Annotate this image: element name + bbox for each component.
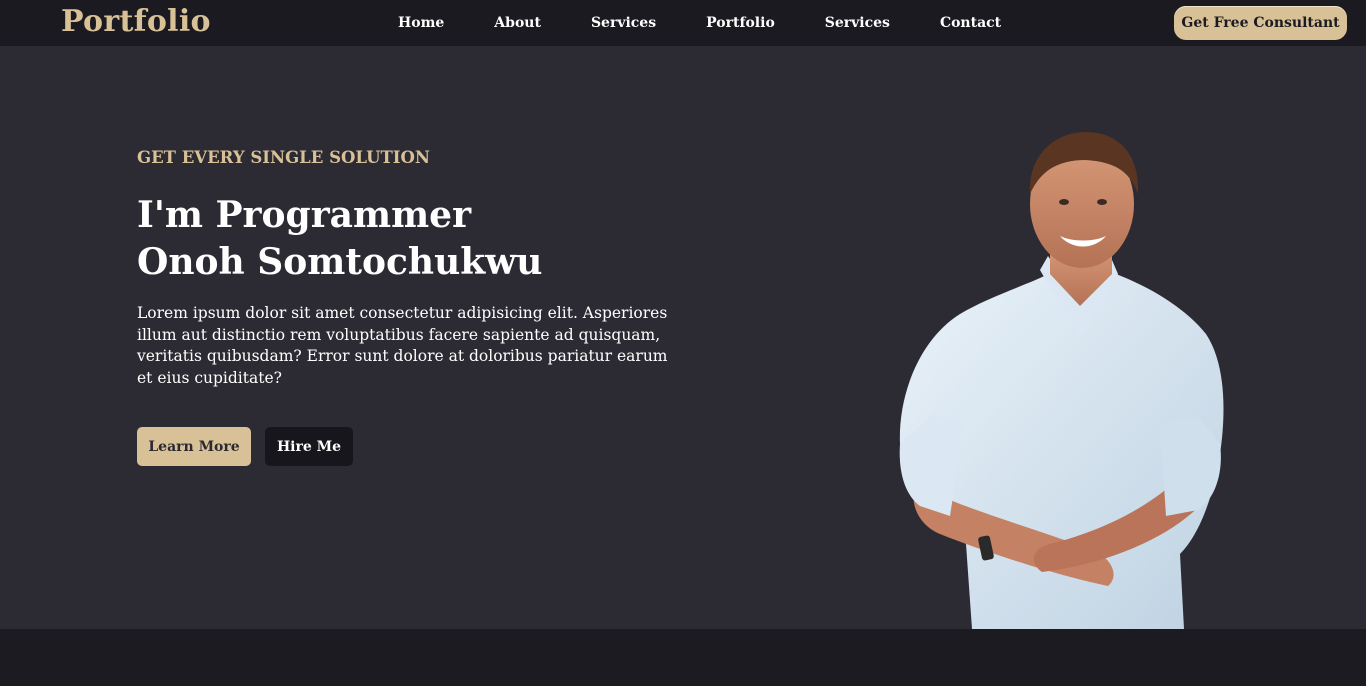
headline-line-2: Onoh Somtochukwu (137, 241, 543, 283)
hire-me-button[interactable]: Hire Me (265, 427, 353, 466)
page-footer-band (0, 629, 1366, 686)
nav-link-about[interactable]: About (494, 15, 541, 31)
hero-intro-text: Lorem ipsum dolor sit amet consectetur a… (137, 304, 668, 387)
eye-right (1097, 199, 1107, 205)
nav-link-portfolio[interactable]: Portfolio (706, 15, 775, 31)
portrait-image (899, 132, 1224, 629)
eye-left (1059, 199, 1069, 205)
hero-section: GET EVERY SINGLE SOLUTION I'm Programmer… (0, 46, 1366, 629)
site-logo[interactable]: Portfolio (61, 4, 211, 39)
top-navbar: Portfolio Home About Services Portfolio … (0, 0, 1366, 46)
nav-link-services[interactable]: Services (591, 15, 656, 31)
nav-link-contact[interactable]: Contact (940, 15, 1001, 31)
learn-more-button[interactable]: Learn More (137, 427, 251, 466)
hero-eyebrow: GET EVERY SINGLE SOLUTION (137, 148, 430, 167)
nav-link-services-2[interactable]: Services (825, 15, 890, 31)
nav-link-home[interactable]: Home (398, 15, 444, 31)
headline-line-1: I'm Programmer (137, 194, 472, 236)
hero-headline: I'm Programmer Onoh Somtochukwu (137, 192, 542, 286)
get-free-consultant-button[interactable]: Get Free Consultant (1174, 6, 1347, 40)
main-nav: Home About Services Portfolio Services C… (398, 0, 1051, 46)
